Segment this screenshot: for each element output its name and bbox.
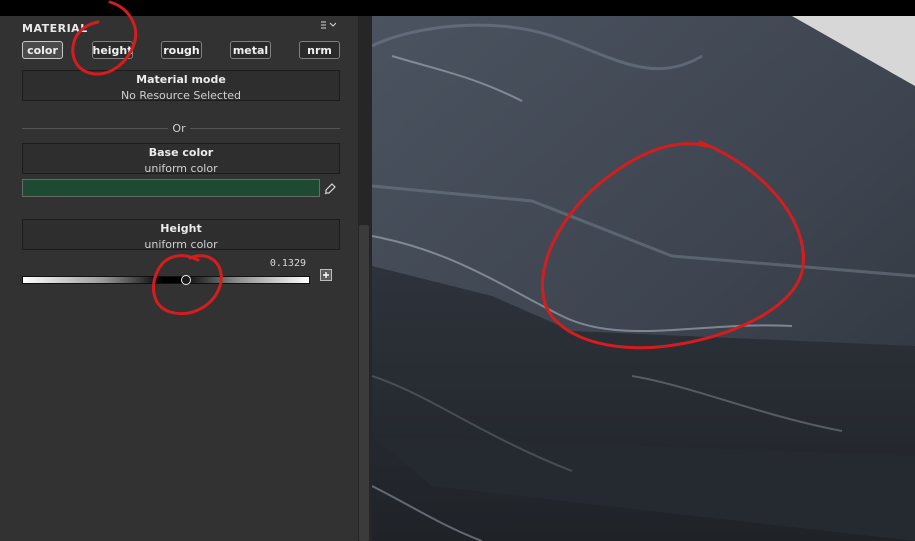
- top-bar: [0, 0, 915, 16]
- tab-metal[interactable]: metal: [230, 41, 271, 59]
- material-mode-label: Material mode: [136, 73, 226, 86]
- base-color-selector[interactable]: Base color uniform color: [22, 143, 340, 175]
- material-mode-selector[interactable]: Material mode No Resource Selected: [22, 70, 340, 102]
- eyedropper-icon[interactable]: [323, 181, 337, 195]
- sort-icon[interactable]: [320, 20, 337, 33]
- tab-rough[interactable]: rough: [161, 41, 202, 59]
- section-title: MATERIAL: [22, 22, 88, 35]
- material-mode-value: No Resource Selected: [120, 89, 242, 102]
- base-color-swatch[interactable]: [22, 179, 320, 197]
- reset-icon[interactable]: [320, 266, 332, 281]
- height-label: Height: [160, 222, 202, 235]
- rock-render: [372, 16, 915, 541]
- tab-nrm[interactable]: nrm: [299, 41, 340, 59]
- scrollbar-thumb[interactable]: [359, 225, 369, 541]
- tab-height[interactable]: height: [92, 41, 133, 59]
- height-value: uniform color: [144, 238, 218, 251]
- tab-color[interactable]: color: [22, 41, 63, 59]
- height-selector[interactable]: Height uniform color: [22, 219, 340, 251]
- height-slider-value: 0.1329: [269, 258, 306, 269]
- 3d-viewport[interactable]: [372, 16, 915, 541]
- base-color-value: uniform color: [144, 162, 218, 175]
- or-label: Or: [0, 122, 358, 135]
- material-panel: MATERIAL color height rough metal nrm Ma…: [0, 16, 359, 541]
- height-slider[interactable]: [22, 276, 310, 284]
- base-color-label: Base color: [148, 146, 214, 159]
